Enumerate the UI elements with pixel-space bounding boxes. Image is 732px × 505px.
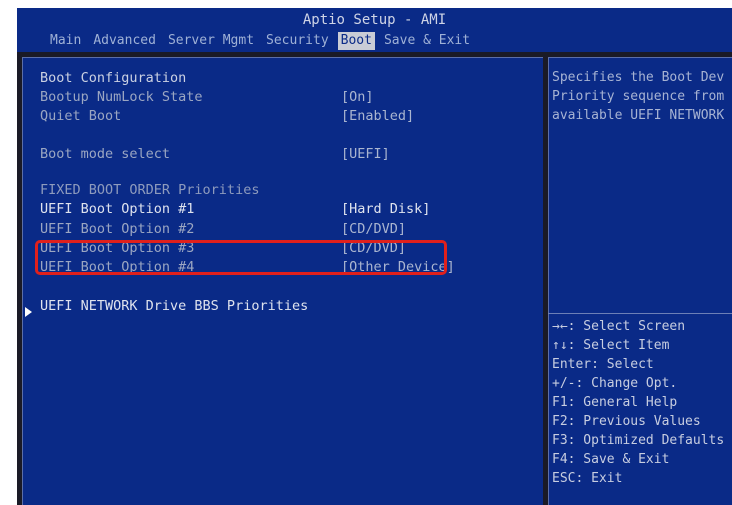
submenu-arrow-icon: [25, 307, 32, 317]
key-esc: ESC: Exit: [552, 471, 623, 486]
tab-boot[interactable]: Boot: [337, 32, 375, 50]
help-line-1: Specifies the Boot Dev: [552, 70, 725, 85]
boot-mode-value[interactable]: [UEFI]: [341, 145, 390, 163]
boot-option-2-label[interactable]: UEFI Boot Option #2: [40, 220, 194, 238]
key-f4: F4: Save & Exit: [552, 452, 670, 467]
help-pane: Specifies the Boot Dev Priority sequence…: [548, 57, 732, 505]
bios-screen: Aptio Setup - AMI Main Advanced Server M…: [17, 8, 732, 505]
app-title: Aptio Setup - AMI: [302, 12, 447, 28]
tab-save-exit[interactable]: Save & Exit: [381, 32, 473, 50]
tab-main[interactable]: Main: [47, 32, 84, 50]
tab-bar: Main Advanced Server Mgmt Security Boot …: [47, 32, 479, 50]
settings-pane: Boot Configuration Bootup NumLock State …: [22, 57, 543, 505]
boot-mode-label[interactable]: Boot mode select: [40, 145, 170, 163]
header-bar: Aptio Setup - AMI Main Advanced Server M…: [17, 8, 732, 52]
help-line-3: available UEFI NETWORK: [552, 108, 725, 123]
fixed-order-heading: FIXED BOOT ORDER Priorities: [40, 182, 260, 198]
quiet-boot-label[interactable]: Quiet Boot: [40, 107, 121, 125]
key-select-screen: →←: Select Screen: [552, 319, 686, 334]
boot-config-heading: Boot Configuration: [40, 70, 187, 86]
help-line-2: Priority sequence from: [552, 89, 725, 104]
boot-option-2-value[interactable]: [CD/DVD]: [341, 220, 406, 238]
tab-security[interactable]: Security: [263, 32, 332, 50]
key-f2: F2: Previous Values: [552, 414, 701, 429]
key-f1: F1: General Help: [552, 395, 678, 410]
boot-option-1-value[interactable]: [Hard Disk]: [341, 200, 430, 218]
annotation-highlight-box: [35, 240, 447, 275]
key-select-item: ↑↓: Select Item: [552, 338, 670, 353]
quiet-boot-value[interactable]: [Enabled]: [341, 107, 414, 125]
numlock-label[interactable]: Bootup NumLock State: [40, 88, 203, 106]
tab-server-mgmt[interactable]: Server Mgmt: [165, 32, 257, 50]
numlock-value[interactable]: [On]: [341, 88, 374, 106]
key-change-opt: +/-: Change Opt.: [552, 376, 678, 391]
key-enter: Enter: Select: [552, 357, 654, 372]
key-f3: F3: Optimized Defaults: [552, 433, 725, 448]
boot-option-1-label[interactable]: UEFI Boot Option #1: [40, 200, 194, 218]
help-divider: [548, 313, 732, 314]
tab-advanced[interactable]: Advanced: [90, 32, 159, 50]
network-drive-submenu[interactable]: UEFI NETWORK Drive BBS Priorities: [40, 297, 308, 315]
